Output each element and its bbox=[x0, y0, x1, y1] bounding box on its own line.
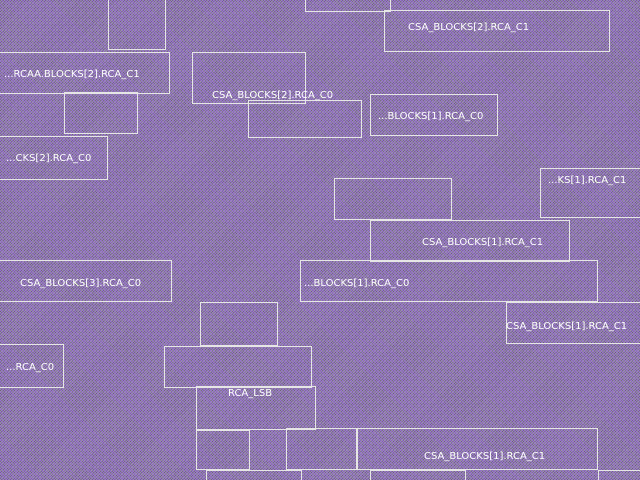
block-label: RCA_LSB bbox=[228, 388, 273, 399]
block-label: ...KS[1].RCA_C1 bbox=[548, 175, 627, 186]
block-label: CSA_BLOCKS[3].RCA_C0 bbox=[20, 278, 142, 289]
block-label: CSA_BLOCKS[1].RCA_C1 bbox=[506, 321, 628, 332]
block-outline[interactable] bbox=[334, 178, 452, 220]
block-outline[interactable] bbox=[286, 428, 358, 470]
block-label: ...RCA_C0 bbox=[6, 362, 55, 373]
block-outline[interactable] bbox=[200, 302, 278, 346]
block-label: ...RCAA.BLOCKS[2].RCA_C1 bbox=[4, 69, 140, 80]
block-outline[interactable] bbox=[64, 92, 138, 134]
block-label: ...BLOCKS[1].RCA_C0 bbox=[304, 278, 410, 289]
block-outline[interactable] bbox=[108, 0, 166, 50]
block-label: ...BLOCKS[1].RCA_C0 bbox=[378, 111, 484, 122]
block-label: CSA_BLOCKS[2].RCA_C0 bbox=[212, 90, 334, 101]
schematic-canvas[interactable]: CSA_BLOCKS[2].RCA_C1 ...RCAA.BLOCKS[2].R… bbox=[0, 0, 640, 480]
block-label: CSA_BLOCKS[2].RCA_C1 bbox=[408, 22, 530, 33]
block-label: CSA_BLOCKS[1].RCA_C1 bbox=[424, 451, 546, 462]
block-label: CSA_BLOCKS[1].RCA_C1 bbox=[422, 237, 544, 248]
block-outline[interactable] bbox=[164, 346, 312, 388]
block-outline[interactable] bbox=[598, 470, 640, 480]
block-outline[interactable] bbox=[356, 428, 598, 470]
block-label: ...CKS[2].RCA_C0 bbox=[6, 153, 92, 164]
block-outline[interactable] bbox=[196, 430, 250, 470]
block-outline[interactable] bbox=[305, 0, 391, 12]
block-outline[interactable] bbox=[248, 100, 362, 138]
block-outline[interactable] bbox=[206, 470, 302, 480]
block-outline[interactable] bbox=[370, 470, 466, 480]
